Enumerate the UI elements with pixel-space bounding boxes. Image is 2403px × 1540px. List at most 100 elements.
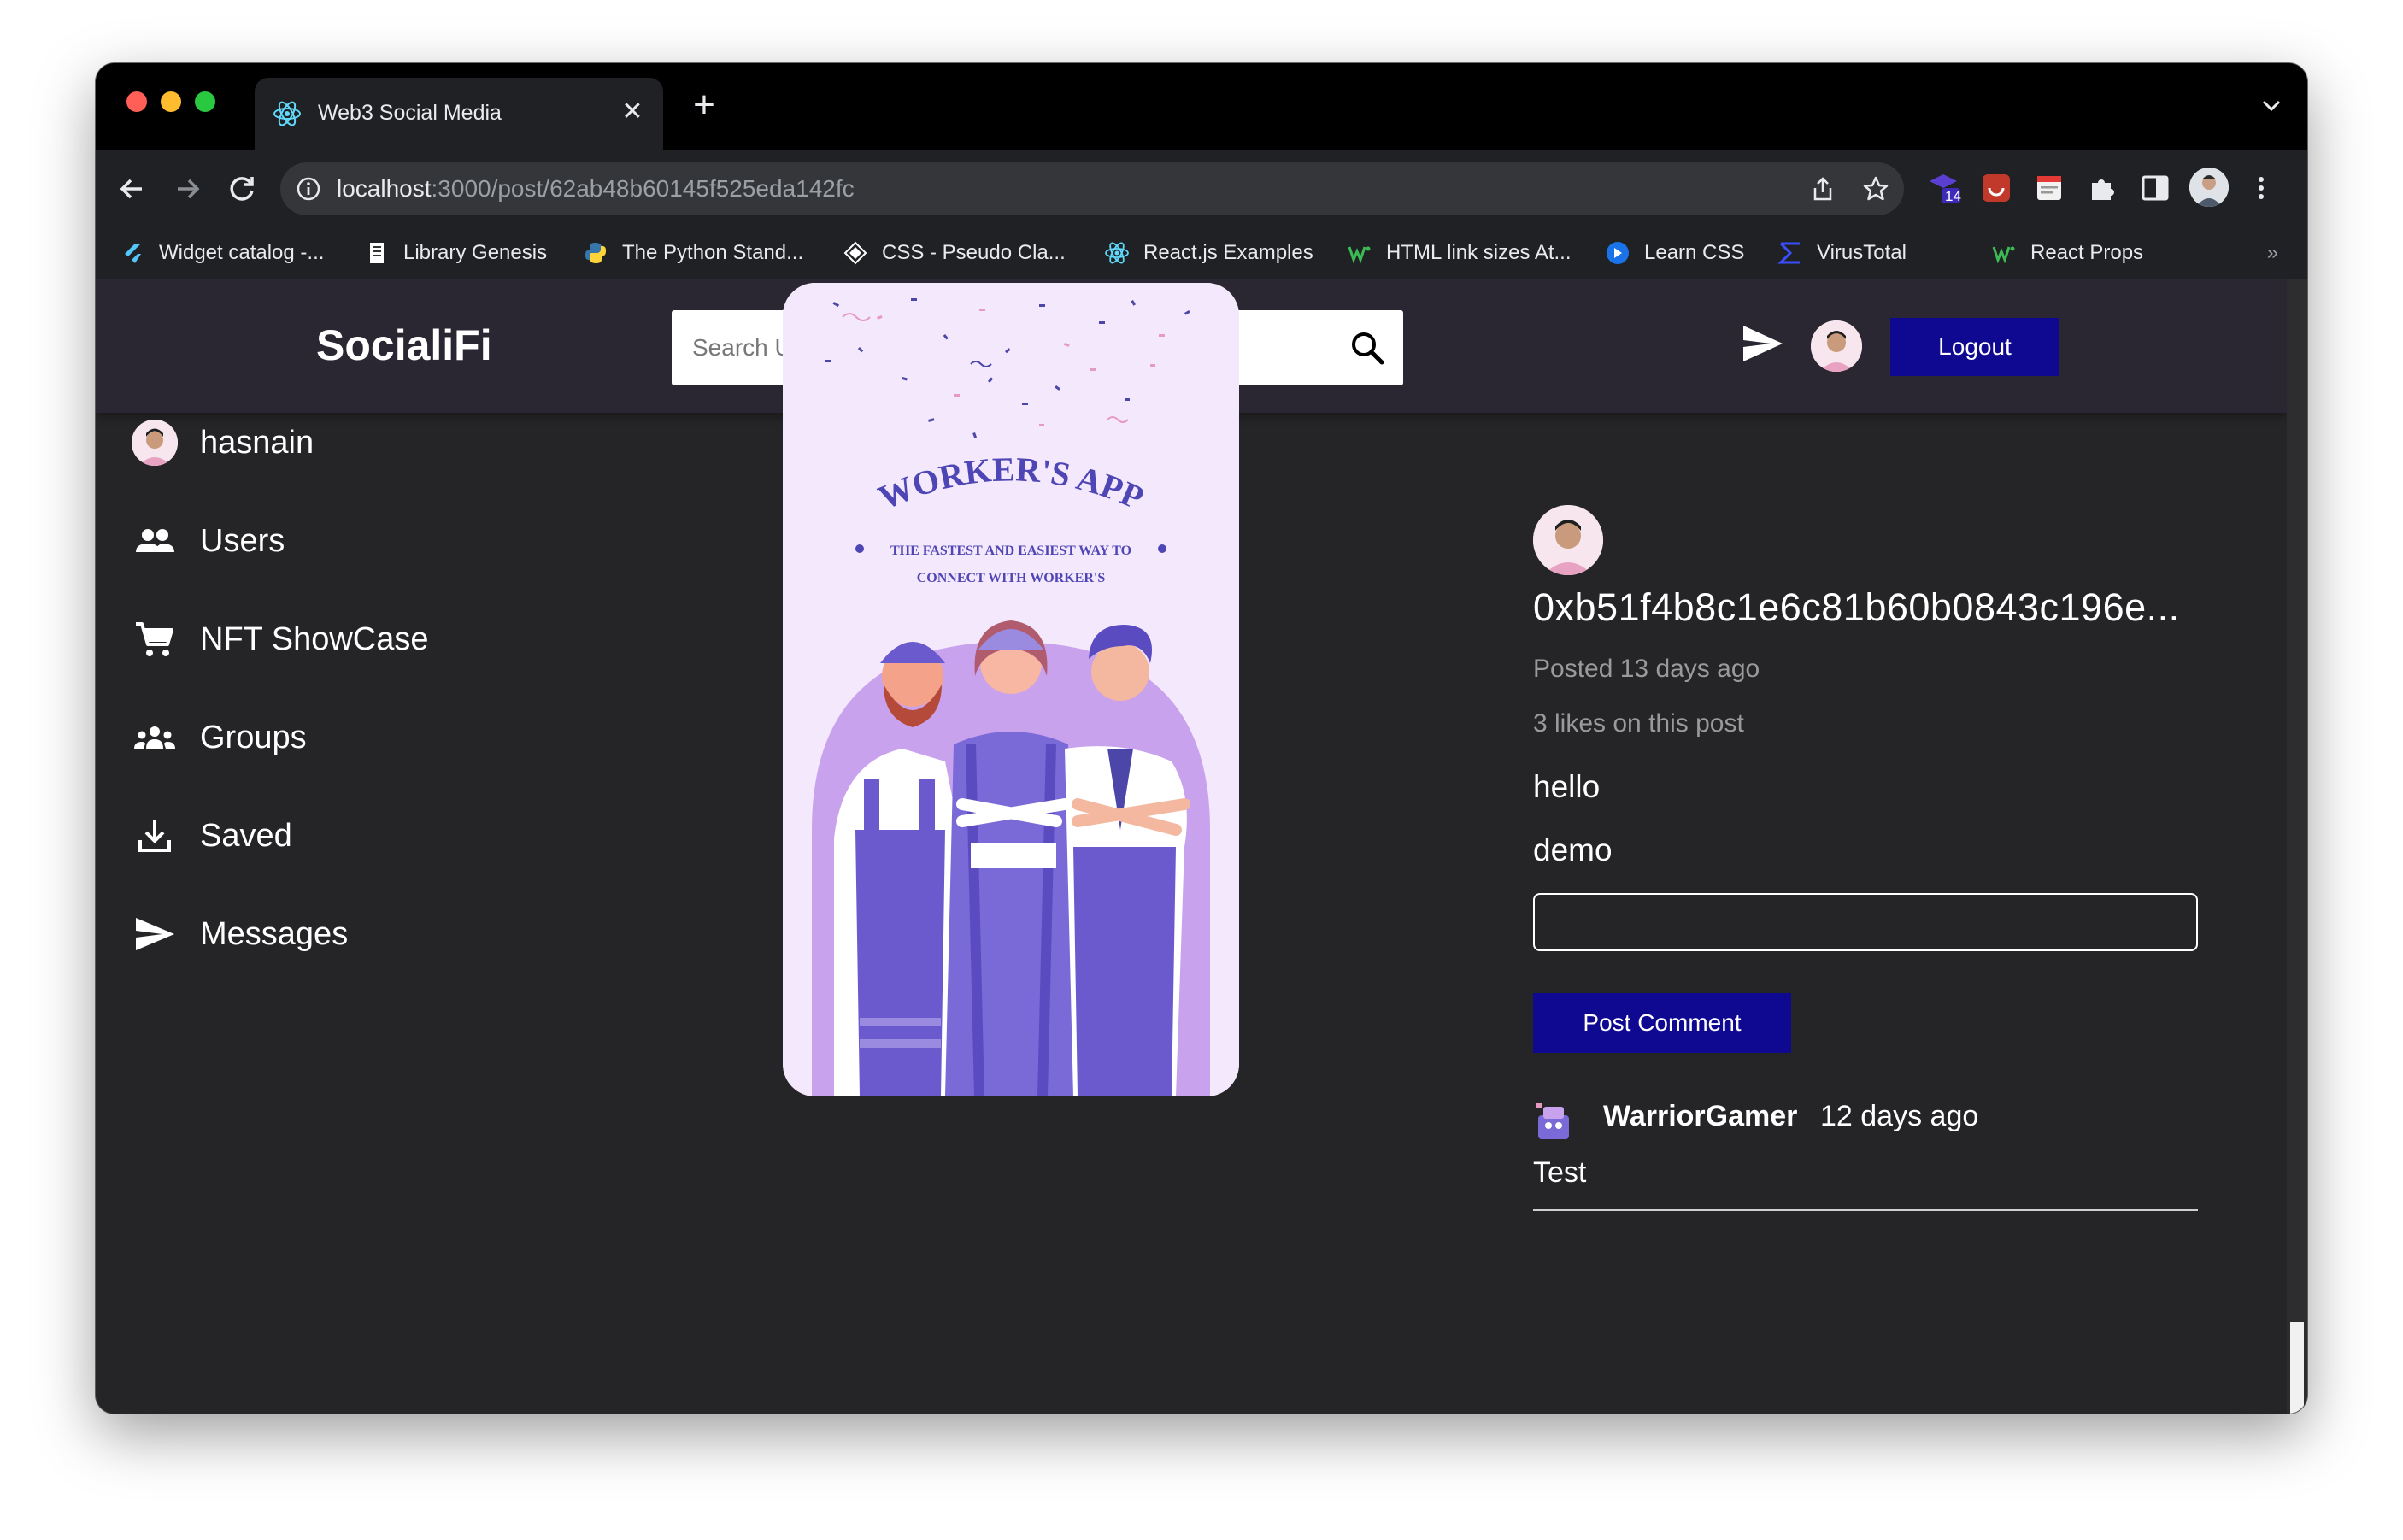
sidebar-item-users[interactable]: Users [132, 511, 285, 571]
header-user-avatar[interactable] [1811, 320, 1862, 372]
bookmark-react-props[interactable]: React Props [1991, 238, 2143, 268]
extension-badge-count: 14 [1945, 188, 1961, 204]
chevron-down-icon[interactable] [2254, 89, 2288, 123]
bookmark-virustotal[interactable]: VirusTotal [1777, 238, 1907, 268]
people-icon [136, 529, 174, 552]
star-icon[interactable] [1861, 174, 1890, 203]
sidebar-item-label: Users [200, 522, 285, 559]
comment-username[interactable]: WarriorGamer [1603, 1100, 1797, 1133]
bookmark-label: The Python Stand... [622, 241, 804, 264]
page-scrollbar[interactable] [2287, 279, 2307, 1414]
bookmarks-overflow-icon[interactable]: » [2267, 241, 2278, 265]
tab-title: Web3 Social Media [318, 101, 502, 125]
sidebar-item-label: Saved [200, 817, 292, 854]
bookmark-label: React.js Examples [1143, 241, 1313, 264]
comment-avatar[interactable] [1533, 1100, 1574, 1141]
bookmark-label: CSS - Pseudo Cla... [882, 241, 1066, 264]
sidebar-item-profile[interactable]: hasnain [132, 413, 314, 473]
post-description: demo [1533, 832, 1613, 867]
bookmark-label: Widget catalog -... [159, 241, 325, 264]
post-title: hello [1533, 769, 1601, 804]
forward-arrow-icon[interactable] [167, 169, 207, 209]
new-tab-button[interactable]: + [684, 85, 725, 126]
url-host: localhost [337, 175, 432, 202]
bookmark-css-pseudo[interactable]: CSS - Pseudo Cla... [843, 238, 1066, 268]
comment-time: 12 days ago [1820, 1100, 1979, 1132]
bookmark-label: HTML link sizes At... [1386, 241, 1572, 264]
tab-strip: Web3 Social Media ✕ + [96, 63, 2307, 150]
url-text[interactable]: localhost:3000/post/62ab48b60145f525eda1… [337, 175, 855, 203]
share-icon[interactable] [1808, 174, 1837, 203]
more-vertical-icon[interactable] [2242, 169, 2280, 207]
sidebar-item-label: Groups [200, 719, 307, 755]
posted-time: Posted 13 days ago [1533, 655, 1760, 683]
post-comment-button[interactable]: Post Comment [1533, 993, 1791, 1053]
download-icon [138, 820, 171, 852]
illustration-subtitle-2: CONNECT WITH WORKER'S [917, 571, 1106, 585]
sidebar-item-label: NFT ShowCase [200, 620, 429, 657]
logout-button[interactable]: Logout [1890, 318, 2059, 376]
sidebar-item-groups[interactable]: Groups [132, 708, 307, 767]
post-image[interactable]: WORKER'S APP THE FASTEST AND EASIEST WAY… [783, 283, 1239, 1096]
tab-close-icon[interactable]: ✕ [615, 95, 649, 129]
sidepanel-icon[interactable] [2136, 169, 2174, 207]
bookmarks-bar: Widget catalog -... Library Genesis The … [96, 229, 2307, 279]
reload-icon[interactable] [222, 169, 261, 209]
sidebar-item-label: Messages [200, 915, 349, 952]
close-window-button[interactable] [126, 91, 147, 112]
workers-app-illustration: WORKER'S APP THE FASTEST AND EASIEST WAY… [783, 283, 1239, 1096]
bookmark-python[interactable]: The Python Stand... [583, 238, 803, 268]
send-icon[interactable] [1742, 324, 1784, 363]
bookmark-react-examples[interactable]: React.js Examples [1104, 238, 1313, 268]
bookmark-label: React Props [2030, 241, 2144, 264]
info-icon[interactable] [296, 176, 321, 202]
python-icon [585, 243, 606, 263]
search-icon[interactable] [1347, 327, 1388, 368]
react-icon [1105, 242, 1129, 264]
minimize-window-button[interactable] [161, 91, 181, 112]
send-icon [136, 918, 174, 950]
comment-input[interactable] [1533, 893, 2198, 951]
w-icon [1992, 246, 2015, 264]
likes-count: 3 likes on this post [1533, 709, 1744, 738]
page-viewport: SocialiFi Logout [96, 279, 2287, 1414]
bookmark-learn-css[interactable]: Learn CSS [1605, 238, 1744, 268]
bookmark-label: Library Genesis [403, 241, 548, 264]
bookmark-library-genesis[interactable]: Library Genesis [364, 238, 547, 268]
book-icon [370, 243, 384, 263]
owner-avatar[interactable] [1533, 505, 1603, 575]
user-avatar [132, 420, 178, 466]
comment-divider [1533, 1209, 2198, 1211]
bookmark-label: Learn CSS [1644, 241, 1745, 264]
bookmark-widget-catalog[interactable]: Widget catalog -... [120, 238, 324, 268]
sigma-icon [1777, 242, 1800, 264]
owner-address[interactable]: 0xb51f4b8c1e6c81b60b0843c196e... [1533, 585, 2180, 630]
ublock-icon[interactable] [1977, 169, 2015, 207]
flutter-icon [125, 244, 141, 263]
sidebar-item-nft-showcase[interactable]: NFT ShowCase [132, 609, 429, 669]
w-icon [1348, 246, 1371, 264]
illustration-subtitle-1: THE FASTEST AND EASIEST WAY TO [890, 544, 1131, 558]
bookmark-html-link-sizes[interactable]: HTML link sizes At... [1347, 238, 1572, 268]
scrollbar-thumb[interactable] [2290, 1322, 2304, 1414]
puzzle-icon[interactable] [2083, 169, 2121, 207]
groups-icon [134, 726, 175, 749]
notes-icon[interactable] [2030, 169, 2068, 207]
browser-window: Web3 Social Media ✕ + localhost:3000/pos… [96, 63, 2307, 1414]
address-bar[interactable]: localhost:3000/post/62ab48b60145f525eda1… [280, 162, 1904, 215]
profile-avatar[interactable] [2189, 168, 2229, 207]
maximize-window-button[interactable] [195, 91, 215, 112]
back-arrow-icon[interactable] [113, 169, 152, 209]
comment-text: Test [1533, 1156, 1587, 1189]
learn-icon [1607, 242, 1629, 264]
bookmark-label: VirusTotal [1817, 241, 1907, 264]
sidebar-item-label: hasnain [200, 424, 314, 461]
sidebar-item-messages[interactable]: Messages [132, 904, 348, 964]
browser-toolbar: localhost:3000/post/62ab48b60145f525eda1… [96, 150, 2307, 229]
sidebar-item-saved[interactable]: Saved [132, 806, 292, 866]
cart-icon [136, 622, 173, 656]
url-path: :3000/post/62ab48b60145f525eda142fc [431, 175, 855, 202]
app-logo[interactable]: SocialiFi [316, 320, 492, 370]
react-icon [273, 101, 301, 126]
browser-tab[interactable]: Web3 Social Media ✕ [255, 78, 663, 150]
